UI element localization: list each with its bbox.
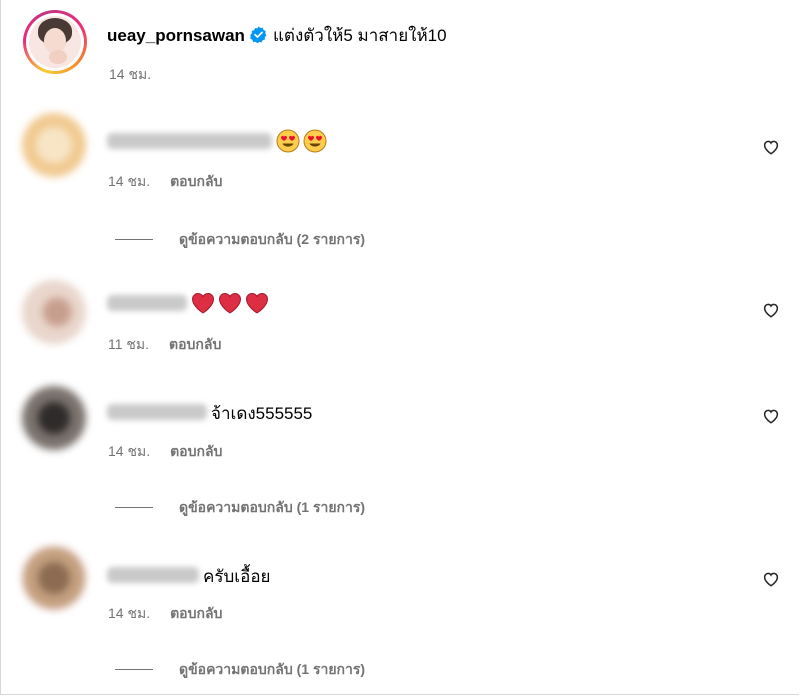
comment-timestamp: 14 ชม. xyxy=(108,443,151,459)
like-heart-icon[interactable] xyxy=(762,570,780,588)
red-heart-emoji-icon xyxy=(245,292,269,314)
comment-timestamp: 14 ชม. xyxy=(108,605,151,621)
view-replies-label: ดูข้อความตอบกลับ (1 รายการ) xyxy=(179,499,366,515)
view-replies-button[interactable]: ดูข้อความตอบกลับ (2 รายการ) xyxy=(115,229,365,251)
red-heart-emoji-icon xyxy=(191,292,215,314)
commenter-username-blurred[interactable] xyxy=(107,295,187,311)
view-replies-label: ดูข้อความตอบกลับ (1 รายการ) xyxy=(179,661,366,677)
story-ring[interactable] xyxy=(23,10,87,74)
caption-line: ueay_pornsawan แต่งตัวให้5 มาสายให้10 xyxy=(107,22,447,49)
heart-eyes-emoji-icon xyxy=(276,129,300,153)
replies-divider xyxy=(115,669,153,670)
like-heart-icon[interactable] xyxy=(762,407,780,425)
commenter-avatar[interactable] xyxy=(22,280,86,344)
commenter-username-blurred[interactable] xyxy=(107,404,207,420)
view-replies-label: ดูข้อความตอบกลับ (2 รายการ) xyxy=(179,231,366,247)
view-replies-button[interactable]: ดูข้อความตอบกลับ (1 รายการ) xyxy=(115,497,365,519)
comment-line: ครับเอื้อย xyxy=(107,563,271,590)
commenter-avatar[interactable] xyxy=(22,386,86,450)
commenter-username-blurred[interactable] xyxy=(107,567,199,583)
replies-divider xyxy=(115,239,153,240)
like-heart-icon[interactable] xyxy=(762,301,780,319)
replies-divider xyxy=(115,507,153,508)
comment-line: จ้าเดง555555 xyxy=(107,400,312,427)
comment-meta: 14 ชม. ตอบกลับ xyxy=(108,603,222,625)
comment-text: จ้าเดง555555 xyxy=(211,404,313,423)
red-heart-emoji-icon xyxy=(218,292,242,314)
reply-button[interactable]: ตอบกลับ xyxy=(169,336,221,352)
author-avatar xyxy=(29,16,81,68)
post-caption: ueay_pornsawan แต่งตัวให้5 มาสายให้10 14 … xyxy=(23,10,783,90)
commenter-avatar[interactable] xyxy=(22,113,86,177)
verified-badge-icon xyxy=(250,26,267,43)
view-replies-button[interactable]: ดูข้อความตอบกลับ (1 รายการ) xyxy=(115,659,365,681)
reply-button[interactable]: ตอบกลับ xyxy=(170,443,222,459)
comment-line xyxy=(107,291,272,315)
heart-eyes-emoji-icon xyxy=(303,129,327,153)
comment-timestamp: 14 ชม. xyxy=(108,173,151,189)
reply-button[interactable]: ตอบกลับ xyxy=(170,173,222,189)
comment-text: ครับเอื้อย xyxy=(203,567,271,586)
comment-timestamp: 11 ชม. xyxy=(108,336,150,352)
reply-button[interactable]: ตอบกลับ xyxy=(170,605,222,621)
like-heart-icon[interactable] xyxy=(762,138,780,156)
commenter-avatar[interactable] xyxy=(22,546,86,610)
comment-meta: 11 ชม. ตอบกลับ xyxy=(108,334,221,356)
caption-text: แต่งตัวให้5 มาสายให้10 xyxy=(272,26,447,45)
comment-line xyxy=(107,129,330,153)
comment-meta: 14 ชม. ตอบกลับ xyxy=(108,171,222,193)
caption-timestamp: 14 ชม. xyxy=(109,66,152,82)
author-username[interactable]: ueay_pornsawan xyxy=(107,26,245,45)
comment-meta: 14 ชม. ตอบกลับ xyxy=(108,441,222,463)
commenter-username-blurred[interactable] xyxy=(107,133,272,149)
